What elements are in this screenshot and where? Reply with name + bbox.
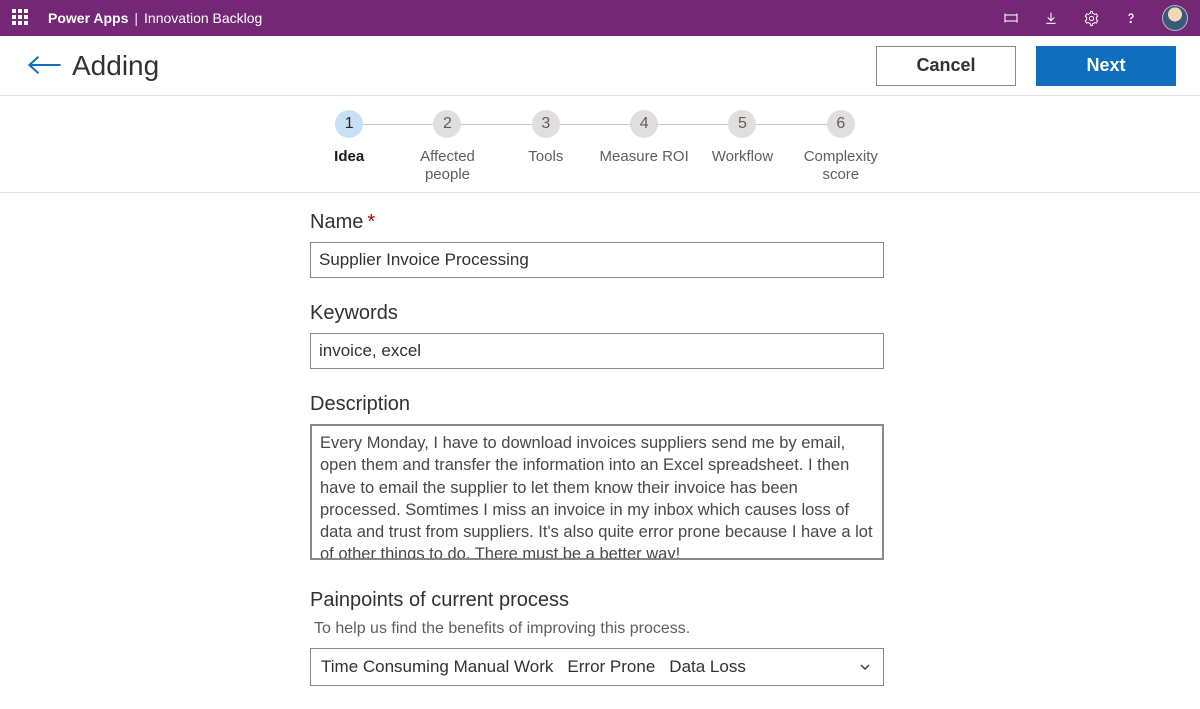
step-number: 4 — [630, 110, 658, 138]
painpoints-selected-values: Time Consuming Manual Work Error Prone D… — [321, 657, 746, 677]
cancel-button[interactable]: Cancel — [876, 46, 1016, 86]
painpoint-chip: Error Prone — [567, 657, 655, 677]
keywords-input[interactable] — [310, 333, 884, 369]
product-name: Power Apps — [48, 10, 128, 26]
next-button[interactable]: Next — [1036, 46, 1176, 86]
gear-icon[interactable] — [1082, 9, 1100, 27]
step-number: 1 — [335, 110, 363, 138]
stepper: 1 Idea 2 Affected people 3 Tools 4 Measu… — [300, 110, 900, 186]
step-label: Complexity score — [792, 148, 890, 186]
page-title: Adding — [72, 50, 159, 82]
help-icon[interactable] — [1122, 9, 1140, 27]
download-icon[interactable] — [1042, 9, 1060, 27]
step-measure-roi[interactable]: 4 Measure ROI — [595, 110, 693, 186]
step-number: 2 — [433, 110, 461, 138]
back-arrow-icon[interactable] — [24, 54, 58, 78]
step-affected-people[interactable]: 2 Affected people — [398, 110, 496, 186]
app-name: Innovation Backlog — [144, 10, 262, 26]
fit-icon[interactable] — [1002, 9, 1020, 27]
painpoints-dropdown[interactable]: Time Consuming Manual Work Error Prone D… — [310, 648, 884, 686]
required-indicator: * — [367, 211, 375, 233]
painpoints-label: Painpoints of current process — [310, 589, 884, 612]
waffle-icon[interactable] — [12, 9, 30, 27]
chevron-down-icon — [857, 659, 873, 675]
keywords-label: Keywords — [310, 302, 884, 325]
step-label: Workflow — [712, 148, 773, 186]
description-label: Description — [310, 393, 884, 416]
name-input[interactable] — [310, 242, 884, 278]
name-label-text: Name — [310, 211, 363, 233]
step-label: Measure ROI — [600, 148, 689, 186]
idea-form: Name* Keywords Description Painpoints of… — [310, 211, 884, 686]
step-number: 6 — [827, 110, 855, 138]
step-number: 5 — [728, 110, 756, 138]
name-label: Name* — [310, 211, 884, 234]
description-textarea[interactable] — [310, 424, 884, 560]
step-label: Affected people — [398, 148, 496, 186]
page-header: Adding Cancel Next — [0, 36, 1200, 96]
step-complexity-score[interactable]: 6 Complexity score — [792, 110, 890, 186]
field-description: Description — [310, 393, 884, 565]
step-number: 3 — [532, 110, 560, 138]
field-name: Name* — [310, 211, 884, 278]
painpoint-chip: Time Consuming Manual Work — [321, 657, 553, 677]
step-label: Idea — [334, 148, 364, 186]
field-painpoints: Painpoints of current process To help us… — [310, 589, 884, 686]
step-idea[interactable]: 1 Idea — [300, 110, 398, 186]
step-workflow[interactable]: 5 Workflow — [693, 110, 791, 186]
painpoints-helper: To help us find the benefits of improvin… — [314, 620, 884, 638]
avatar[interactable] — [1162, 5, 1188, 31]
title-divider: | — [134, 10, 138, 26]
painpoint-chip: Data Loss — [669, 657, 746, 677]
app-ribbon: Power Apps | Innovation Backlog — [0, 0, 1200, 36]
field-keywords: Keywords — [310, 302, 884, 369]
step-label: Tools — [528, 148, 563, 186]
step-tools[interactable]: 3 Tools — [497, 110, 595, 186]
